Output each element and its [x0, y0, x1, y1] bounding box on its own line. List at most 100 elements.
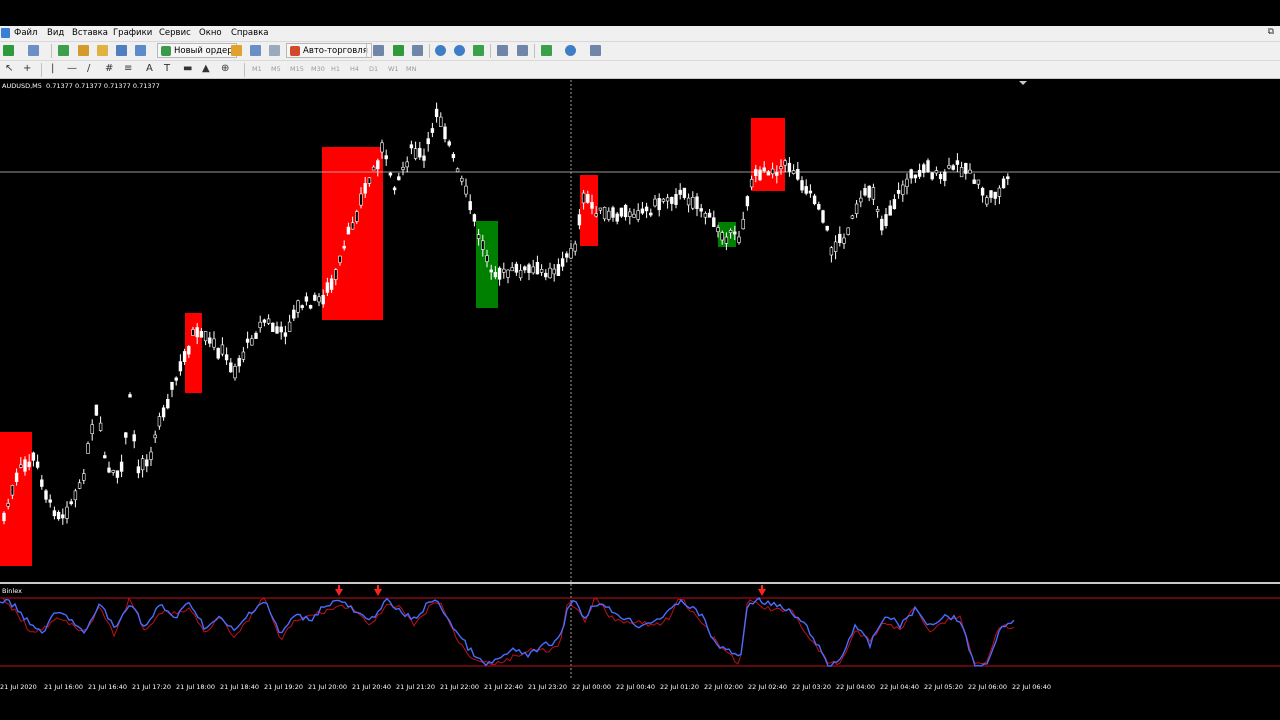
- candle-body: [959, 167, 964, 178]
- candle-body: [489, 269, 493, 273]
- candle-body: [980, 187, 985, 196]
- candle-body: [23, 459, 27, 472]
- candle-body: [913, 174, 918, 179]
- candle-body: [728, 230, 733, 233]
- candle-body: [300, 305, 304, 308]
- candle-body: [392, 187, 397, 191]
- candle-body: [859, 197, 863, 203]
- candle-body: [115, 470, 120, 478]
- candle-body: [10, 484, 15, 496]
- signal-zone: [322, 147, 383, 320]
- candle-body: [636, 210, 640, 220]
- time-label: 22 Jul 02:00: [704, 683, 743, 691]
- candle-body: [426, 138, 430, 145]
- candle-body: [523, 266, 527, 271]
- candle-body: [573, 243, 577, 252]
- candle-body: [640, 208, 645, 214]
- candle-body: [451, 154, 456, 159]
- candle-body: [430, 128, 435, 133]
- candle-body: [317, 296, 321, 303]
- candle-body: [598, 207, 603, 211]
- candle-body: [964, 163, 968, 174]
- candle-body: [850, 215, 855, 219]
- candle-body: [77, 482, 82, 489]
- candle-body: [758, 169, 762, 181]
- candle-body: [187, 346, 191, 355]
- candle-body: [271, 322, 275, 333]
- signal-zone: [580, 175, 598, 246]
- candle-body: [787, 162, 792, 172]
- candle-body: [720, 232, 724, 241]
- candle-body: [245, 338, 250, 343]
- candle-body: [552, 268, 556, 275]
- candle-body: [846, 227, 850, 235]
- candle-body: [237, 357, 241, 367]
- candle-body: [539, 268, 544, 273]
- candle-body: [413, 148, 418, 159]
- candle-body: [397, 176, 401, 181]
- candle-body: [531, 266, 535, 274]
- candle-body: [329, 278, 334, 290]
- indicator-blue-line: [0, 596, 1015, 667]
- candle-body: [649, 212, 653, 216]
- candle-body: [917, 170, 922, 177]
- candle-body: [166, 398, 170, 409]
- time-label: 21 Jul 16:40: [88, 683, 127, 691]
- candle-body: [762, 167, 766, 172]
- candle-body: [502, 268, 506, 273]
- time-label: 22 Jul 06:40: [1012, 683, 1051, 691]
- candle-body: [749, 179, 754, 188]
- candle-body: [220, 344, 225, 355]
- time-label: 22 Jul 04:40: [880, 683, 919, 691]
- candle-body: [52, 510, 57, 517]
- candle-body: [124, 432, 128, 438]
- sell-arrow-icon: [374, 589, 382, 596]
- candle-body: [14, 472, 19, 482]
- candle-body: [880, 218, 884, 231]
- candle-body: [825, 225, 829, 231]
- candle-body: [804, 186, 808, 194]
- candle-body: [468, 201, 472, 211]
- candle-body: [796, 169, 800, 180]
- candle-body: [867, 185, 871, 198]
- pane-separator[interactable]: [0, 582, 1280, 584]
- symbol-info: AUDUSD,M5 0.71377 0.71377 0.71377 0.7137…: [2, 82, 160, 90]
- candle-body: [19, 464, 23, 468]
- candle-body: [199, 330, 204, 338]
- candle-body: [896, 190, 901, 194]
- candle-body: [128, 394, 132, 398]
- candle-body: [989, 190, 993, 198]
- candle-body: [98, 422, 103, 431]
- candle-body: [418, 148, 422, 158]
- candle-body: [90, 424, 94, 435]
- candle-body: [993, 191, 997, 199]
- chart-canvas[interactable]: [0, 0, 1280, 720]
- candle-body: [1006, 176, 1010, 180]
- time-label: 21 Jul 20:40: [352, 683, 391, 691]
- candle-body: [514, 263, 519, 273]
- candle-body: [434, 108, 439, 117]
- time-label: 22 Jul 04:00: [836, 683, 875, 691]
- candle-body: [6, 503, 10, 507]
- candle-body: [161, 407, 166, 418]
- candle-body: [821, 210, 825, 223]
- candle-body: [136, 466, 141, 474]
- candle-body: [892, 199, 897, 210]
- candle-body: [254, 332, 258, 339]
- time-label: 22 Jul 00:40: [616, 683, 655, 691]
- candle-body: [485, 255, 489, 262]
- candle-body: [943, 171, 947, 181]
- candle-body: [132, 434, 136, 442]
- candle-body: [355, 211, 359, 222]
- candle-body: [313, 294, 317, 301]
- candle-body: [384, 155, 388, 160]
- candle-body: [69, 501, 73, 505]
- candle-body: [61, 514, 65, 519]
- candle-body: [455, 168, 460, 173]
- candle-body: [103, 455, 107, 459]
- candle-body: [829, 247, 834, 256]
- candle-body: [577, 214, 582, 226]
- candle-body: [346, 226, 351, 235]
- candle-body: [724, 236, 729, 244]
- candle-body: [544, 272, 548, 278]
